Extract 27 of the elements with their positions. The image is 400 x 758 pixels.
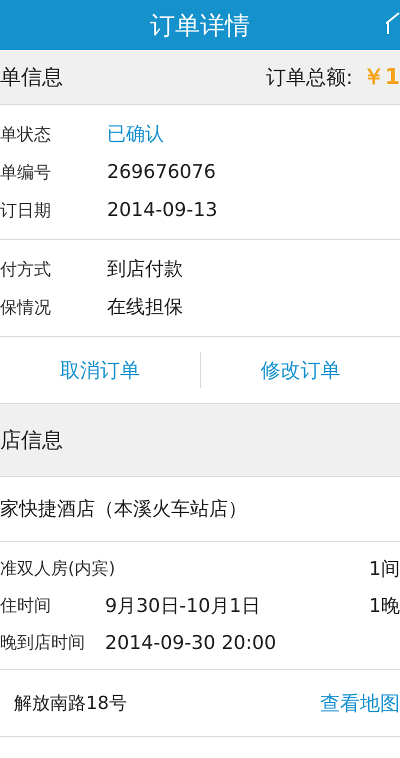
page-title: 订单详情 (150, 10, 250, 42)
field-value: 9月30日-10月1日 (105, 594, 262, 618)
field-label: 付方式 (0, 258, 52, 280)
field-extra: 1晚 (368, 594, 400, 618)
field-value: 在线担保 (107, 295, 184, 320)
order-action-button[interactable]: 修改订单 (200, 356, 400, 384)
total-label: 订单总额: (266, 64, 353, 90)
section-title: 单信息 (0, 64, 64, 91)
field-label: 单状态 (0, 124, 52, 146)
field-value: 2014-09-30 20:00 (105, 632, 278, 654)
order-action-button[interactable]: 取消订单 (0, 356, 200, 384)
field-value: 2014-09-13 (107, 199, 218, 221)
field-label: 晚到店时间 (0, 632, 86, 654)
field-label: 住时间 (0, 595, 52, 617)
map-link[interactable]: 查看地图 (320, 690, 400, 716)
hotel-name: 家快捷酒店（本溪火车站店） (0, 497, 247, 522)
field-label: 单编号 (0, 162, 52, 184)
field-value: 269676076 (107, 161, 217, 183)
field-value: 到店付款 (107, 257, 184, 282)
total-amount: ￥1 (362, 64, 400, 92)
section-title: 店信息 (0, 427, 64, 454)
field-value: 已确认 (107, 122, 165, 147)
field-label: 准双人房(内宾) (0, 558, 116, 580)
field-label: 订日期 (0, 200, 52, 222)
address-text: 解放南路18号 (14, 692, 128, 715)
field-label: 保情况 (0, 296, 52, 318)
field-extra: 1间 (368, 556, 400, 582)
